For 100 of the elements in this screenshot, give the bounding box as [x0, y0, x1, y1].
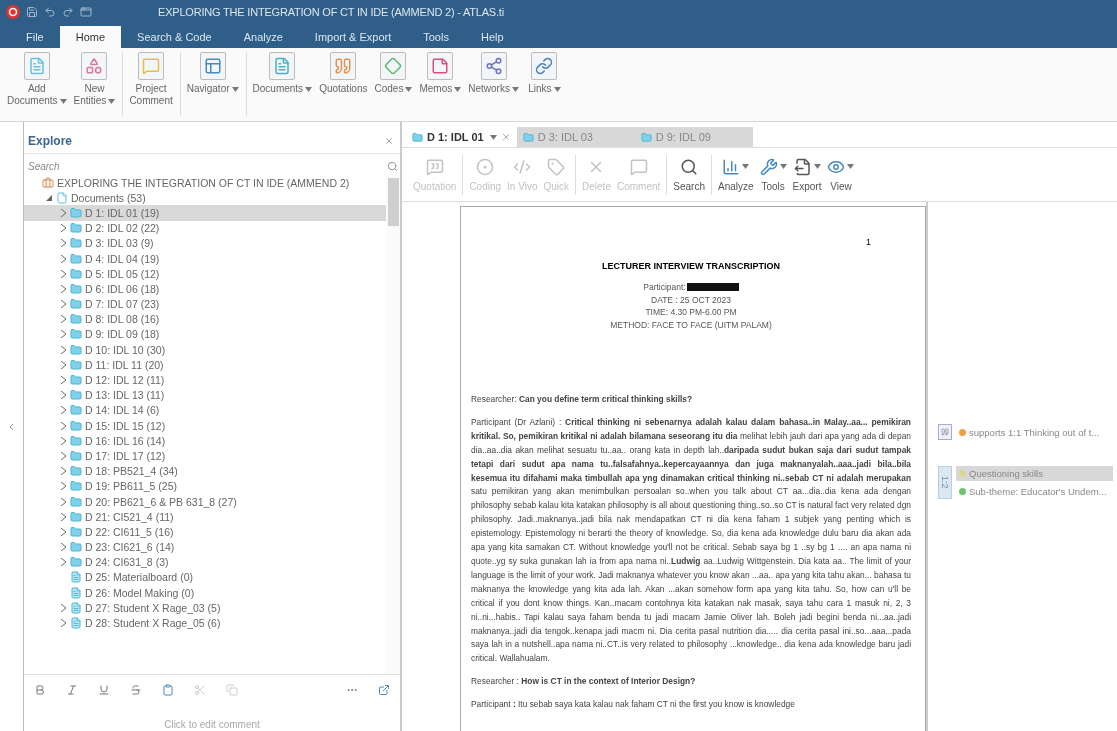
ribbon-button[interactable]: Codes — [371, 52, 417, 95]
bar-chart-icon — [722, 157, 741, 176]
tree-item[interactable]: Documents (53) — [24, 190, 386, 206]
undo-icon[interactable] — [44, 6, 56, 18]
menu-tab[interactable]: Home — [59, 26, 122, 48]
folder-icon — [70, 267, 82, 280]
speech-bubble-icon — [425, 157, 444, 176]
tree-item[interactable]: EXPLORING THE INTEGRATION OF CT IN IDE (AMMEND 2) — [24, 175, 386, 191]
underline-icon[interactable] — [98, 683, 110, 696]
tree-item[interactable]: D 6: IDL 06 (18) — [24, 281, 386, 297]
quotation-marker-icon[interactable] — [938, 424, 952, 440]
folder-icon — [70, 328, 82, 341]
folder-icon — [70, 495, 82, 508]
ribbon-button[interactable]: Add Documents — [4, 52, 71, 107]
save-icon[interactable] — [26, 6, 38, 18]
ribbon-button[interactable]: Navigator — [183, 52, 243, 95]
speech-bubble-icon — [629, 157, 648, 176]
folder-icon — [70, 434, 82, 447]
tree-item[interactable]: D 10: IDL 10 (30) — [24, 342, 386, 358]
tree-item[interactable]: D 4: IDL 04 (19) — [24, 250, 386, 267]
ribbon-button[interactable]: Quotations — [316, 52, 372, 95]
folder-icon — [70, 389, 82, 402]
tree-item[interactable]: D 27: Student X Rage_03 (5) — [24, 600, 386, 616]
folder-icon — [70, 556, 82, 569]
window-icon[interactable] — [80, 6, 92, 18]
export-icon — [793, 157, 812, 176]
tree-item[interactable]: D 25: Materialboard (0) — [24, 569, 386, 586]
ribbon-button[interactable]: New Entities — [70, 52, 120, 107]
toolbar-button[interactable]: Analyze — [715, 157, 757, 192]
menu-tab[interactable]: Import & Export — [298, 26, 408, 48]
menu-tab[interactable]: Tools — [407, 26, 465, 48]
file-icon — [56, 191, 68, 204]
search-icon — [680, 157, 699, 176]
toolbar-button[interactable]: Tools — [756, 157, 790, 192]
tree-item[interactable]: D 21: CI521_4 (11) — [24, 509, 386, 525]
briefcase-icon — [42, 176, 54, 189]
tree-item[interactable]: D 16: IDL 16 (14) — [24, 433, 386, 449]
header-line: Participant: — [643, 281, 686, 294]
tree-item[interactable]: D 17: IDL 17 (12) — [24, 448, 386, 464]
folder-icon — [70, 510, 82, 523]
relation-label[interactable]: supports 1:1 Thinking out of t... — [956, 424, 1103, 440]
tag-icon — [547, 157, 566, 176]
ribbon-button[interactable]: Links — [522, 52, 567, 95]
tree-item[interactable]: D 23: CI621_6 (14) — [24, 539, 386, 555]
ribbon-button[interactable]: Documents — [249, 52, 317, 95]
folder-icon — [70, 206, 82, 219]
folder-icon — [70, 449, 82, 462]
collapse-handle-icon[interactable] — [9, 423, 14, 430]
folder-icon — [70, 298, 82, 311]
external-link-icon[interactable] — [378, 683, 390, 696]
bold-icon[interactable] — [34, 683, 46, 696]
tree-item[interactable]: D 22: CI611_5 (16) — [24, 524, 386, 540]
quote-icon — [334, 57, 353, 75]
ribbon-button[interactable]: Project Comment — [126, 52, 177, 107]
menu-tab[interactable]: Analyze — [227, 26, 299, 48]
tree-item[interactable]: D 12: IDL 12 (11) — [24, 372, 386, 388]
search-icon[interactable] — [387, 160, 398, 172]
tree-item[interactable]: D 5: IDL 05 (12) — [24, 266, 386, 282]
tree-item[interactable]: D 28: Student X Rage_05 (6) — [24, 615, 386, 631]
tree-item[interactable]: D 7: IDL 07 (23) — [24, 296, 386, 312]
menu-tab[interactable]: Help — [464, 26, 520, 48]
diamond-icon — [384, 57, 403, 75]
toolbar-button[interactable]: View — [824, 157, 858, 192]
clipboard-icon[interactable] — [162, 683, 174, 696]
transcript-paragraph: Researcher: Can you define term critical thinking skills? — [471, 393, 694, 406]
tree-item[interactable]: D 8: IDL 08 (16) — [24, 311, 386, 327]
folder-icon — [70, 480, 82, 493]
target-icon — [476, 157, 495, 176]
tree-item[interactable]: D 9: IDL 09 (18) — [24, 326, 386, 343]
redo-icon[interactable] — [62, 6, 74, 18]
tree-item[interactable]: D 15: IDL 15 (12) — [24, 418, 386, 434]
tree-item[interactable]: D 18: PB521_4 (34) — [24, 463, 386, 479]
header-line: TIME: 4.30 PM-6.00 PM — [645, 306, 737, 319]
search-field[interactable]: Search — [28, 160, 328, 172]
scrollbar[interactable] — [386, 175, 400, 674]
code-label[interactable]: Sub-theme: Educator's Undem... — [956, 484, 1113, 499]
file-icon — [70, 571, 82, 584]
menu-tab[interactable]: File — [10, 26, 60, 48]
tree-item[interactable]: D 11: IDL 11 (20) — [24, 357, 386, 373]
strikethrough-icon[interactable] — [130, 683, 142, 696]
tree-item[interactable]: D 26: Model Making (0) — [24, 585, 386, 601]
italic-icon[interactable] — [66, 683, 78, 696]
toolbar-button[interactable]: Export — [789, 157, 825, 192]
tree-item[interactable]: D 20: PB621_6 & PB 631_8 (27) — [24, 493, 386, 510]
tree-item[interactable]: D 3: IDL 03 (9) — [24, 235, 386, 251]
ribbon-button[interactable]: Networks — [465, 52, 523, 95]
ribbon-button[interactable]: Memos — [416, 52, 466, 95]
tree-item[interactable]: D 19: PB611_5 (25) — [24, 478, 386, 494]
tree-item[interactable]: D 14: IDL 14 (6) — [24, 402, 386, 418]
comment-field[interactable]: Click to edit comment — [24, 718, 400, 731]
tree-item[interactable]: D 24: CI631_8 (3) — [24, 554, 386, 570]
toolbar-button[interactable]: Search — [670, 157, 708, 192]
menu-tab[interactable]: Search & Code — [121, 26, 228, 48]
folder-icon — [70, 404, 82, 417]
tree-item[interactable]: D 13: IDL 13 (11) — [24, 387, 386, 403]
tree-item[interactable]: D 2: IDL 02 (22) — [24, 220, 386, 236]
header-line: DATE : 25 OCT 2023 — [651, 293, 731, 306]
tree-item[interactable]: D 1: IDL 01 (19) — [24, 205, 386, 221]
folder-icon — [412, 131, 423, 143]
panel-title: Explore — [28, 133, 72, 148]
